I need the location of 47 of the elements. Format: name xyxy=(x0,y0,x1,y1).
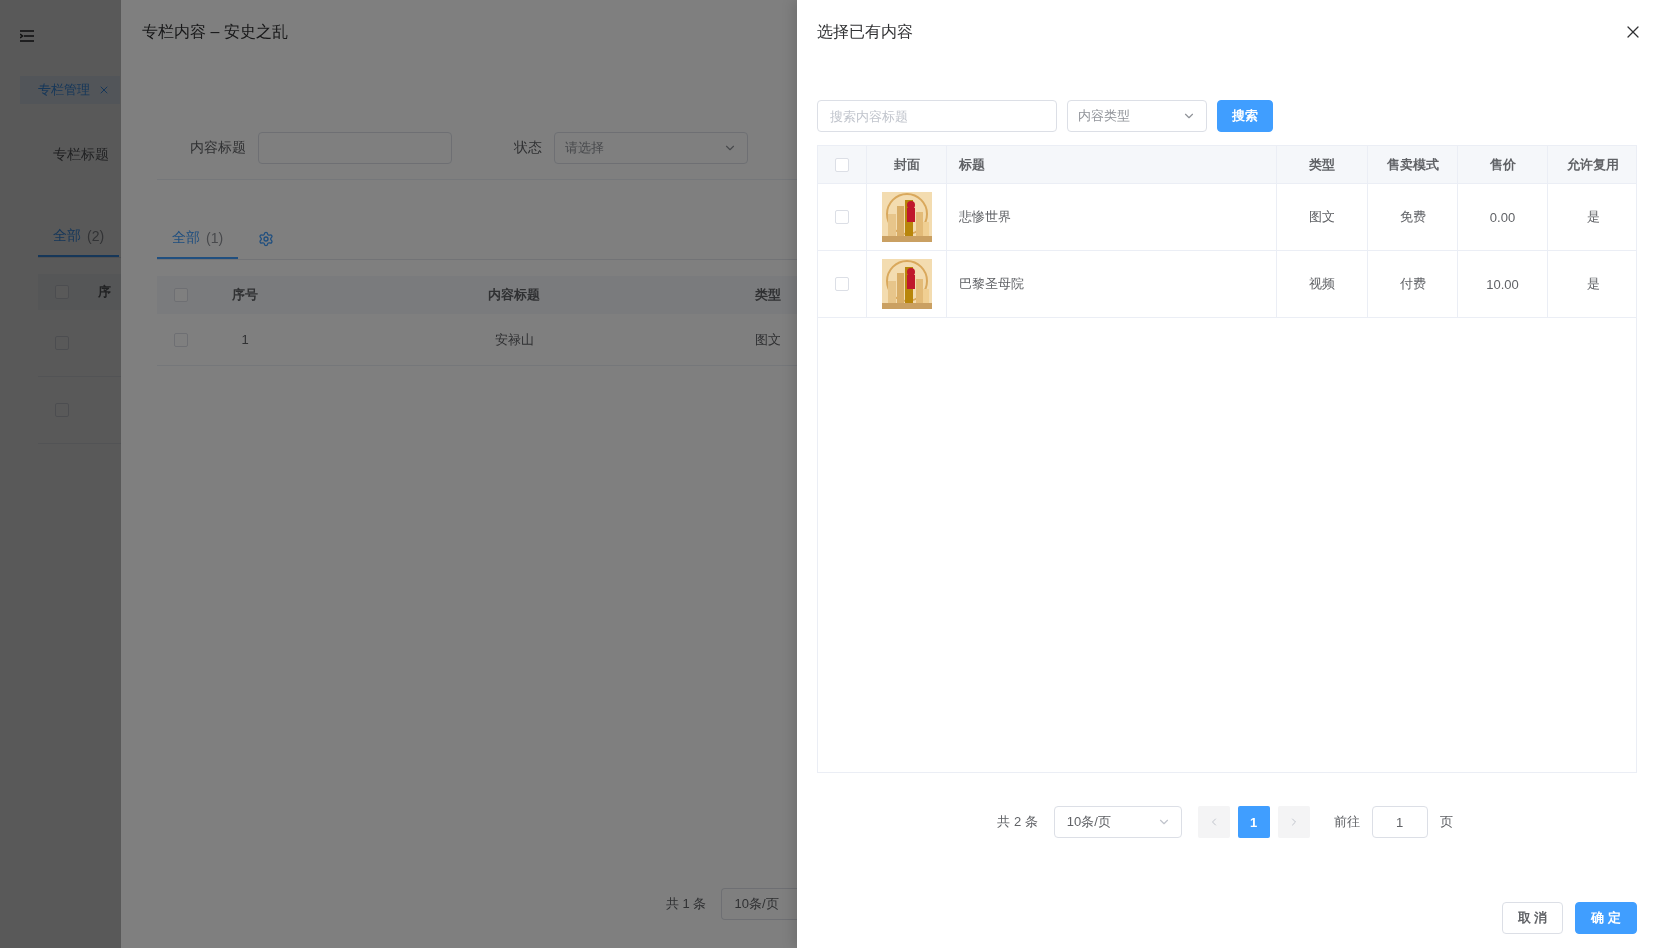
page-input[interactable]: 1 xyxy=(1371,806,1428,838)
checkbox[interactable] xyxy=(835,210,849,224)
confirm-button[interactable]: 确 定 xyxy=(1575,902,1637,934)
column-header: 内容标题 xyxy=(488,286,540,304)
goto-label: 前往 xyxy=(1333,813,1360,831)
page-size-select[interactable]: 10条/页 xyxy=(721,888,797,920)
table-cell: 视频 xyxy=(1309,275,1335,293)
total-count: 共 2 条 xyxy=(997,813,1038,831)
total-count: 共 1 条 xyxy=(666,895,707,913)
table-cell: 10.00 xyxy=(1486,276,1519,292)
table-cell: 悲惨世界 xyxy=(959,208,1011,226)
table-cell: 1 xyxy=(241,332,249,347)
menu-icon[interactable] xyxy=(20,30,34,42)
column-header: 标题 xyxy=(959,155,985,174)
column-header: 类型 xyxy=(1309,155,1335,174)
checkbox[interactable] xyxy=(835,157,849,172)
field-label: 状态 xyxy=(514,139,542,157)
table-cell: 巴黎圣母院 xyxy=(959,275,1024,293)
page-size-select[interactable]: 10条/页 xyxy=(1053,806,1182,838)
table-cell: 付费 xyxy=(1399,275,1426,293)
next-page-button[interactable] xyxy=(1277,806,1310,838)
column-header: 封面 xyxy=(893,155,920,174)
drawer-title: 专栏内容 – 安史之乱 xyxy=(141,21,289,42)
page-suffix: 页 xyxy=(1439,813,1453,831)
search-field[interactable]: 搜索内容标题 xyxy=(817,100,1057,132)
table-cell: 图文 xyxy=(755,330,781,349)
field-label: 内容标题 xyxy=(190,139,246,157)
checkbox[interactable] xyxy=(835,277,849,291)
column-header: 类型 xyxy=(755,286,781,304)
table-cell: 免费 xyxy=(1399,208,1426,226)
search-button[interactable]: 搜索 xyxy=(1217,100,1273,132)
column-header: 售卖模式 xyxy=(1386,155,1439,174)
previous-page-button[interactable] xyxy=(1197,806,1230,838)
table-cell: 0.00 xyxy=(1489,209,1516,225)
page-button[interactable]: 1 xyxy=(1237,806,1270,838)
column-header: 序号 xyxy=(232,286,258,304)
drawer-title: 选择已有内容 xyxy=(817,21,913,42)
cancel-button[interactable]: 取 消 xyxy=(1501,902,1564,934)
table-cell: 是 xyxy=(1586,208,1600,226)
column-header: 售价 xyxy=(1489,155,1516,174)
close-icon[interactable] xyxy=(98,84,110,96)
table-cell: 是 xyxy=(1586,275,1600,293)
table-cell: 图文 xyxy=(1309,208,1335,226)
column-header: 允许复用 xyxy=(1567,155,1619,174)
table-cell: 安禄山 xyxy=(494,330,534,349)
type-select[interactable]: 内容类型 xyxy=(1067,100,1207,132)
settings-icon[interactable] xyxy=(258,230,275,247)
